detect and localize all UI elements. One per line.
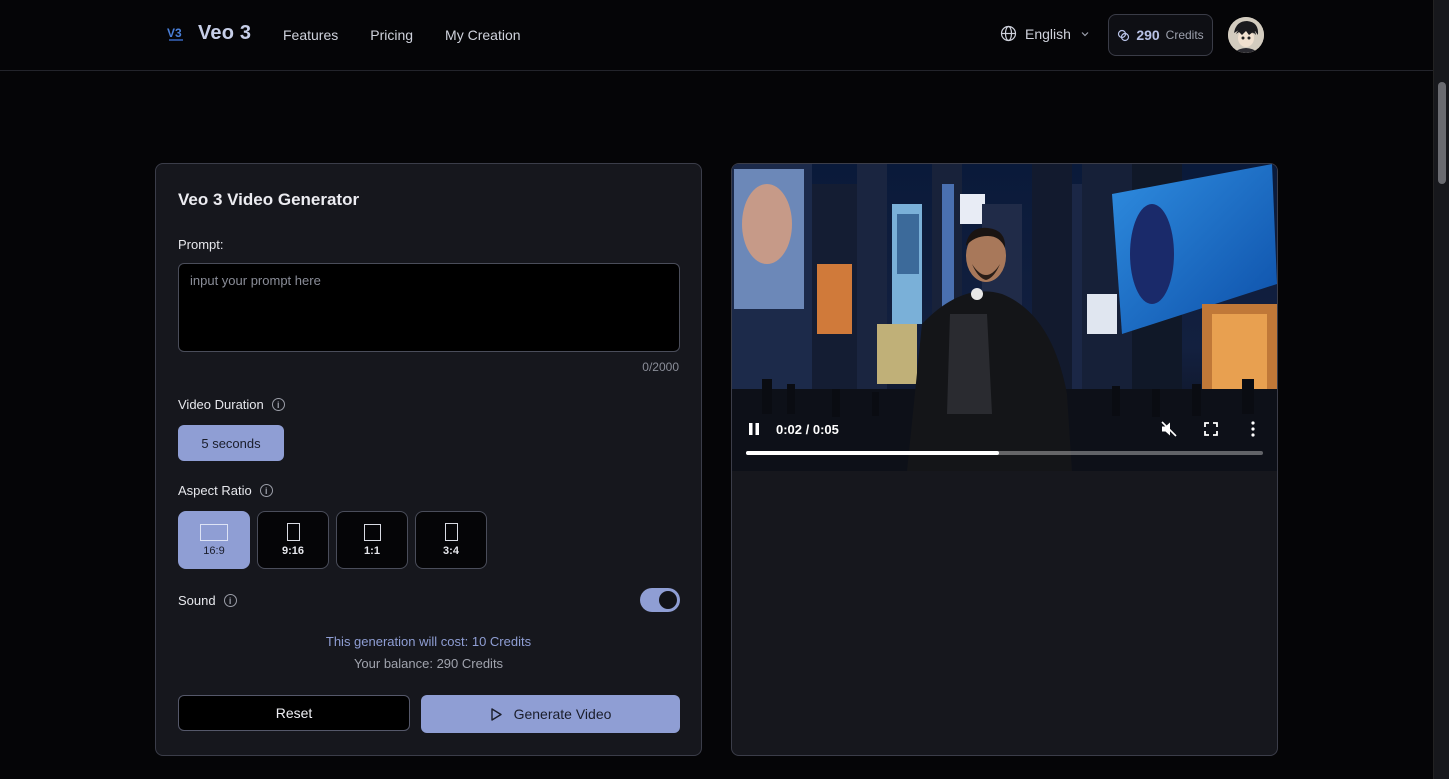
aspect-ratio-label-text: Aspect Ratio bbox=[178, 483, 252, 498]
duration-label: Video Duration i bbox=[178, 397, 285, 412]
sound-label: Sound i bbox=[178, 593, 237, 608]
duration-label-text: Video Duration bbox=[178, 397, 264, 412]
panel-title: Veo 3 Video Generator bbox=[178, 190, 360, 209]
svg-text:V3: V3 bbox=[167, 26, 182, 40]
aspect-ratio-3-4[interactable]: 3:4 bbox=[415, 511, 487, 569]
aspect-ratio-16-9[interactable]: 16:9 bbox=[178, 511, 250, 569]
video-time: 0:02 / 0:05 bbox=[776, 422, 839, 437]
aspect-ratio-label: 9:16 bbox=[281, 545, 305, 557]
aspect-ratio-label: 1:1 bbox=[364, 544, 380, 557]
generator-panel: Veo 3 Video Generator Prompt: 0/2000 Vid… bbox=[155, 163, 702, 756]
prompt-label: Prompt: bbox=[178, 237, 224, 252]
portrait-ratio-icon bbox=[444, 523, 458, 541]
reset-button[interactable]: Reset bbox=[178, 695, 410, 731]
coins-icon bbox=[1118, 29, 1130, 41]
aspect-ratio-label: Aspect Ratio i bbox=[178, 483, 273, 498]
nav-features[interactable]: Features bbox=[283, 27, 338, 43]
globe-icon bbox=[1000, 25, 1017, 42]
video-progress-fill bbox=[746, 451, 1000, 455]
cost-text: This generation will cost: 10 Credits bbox=[325, 634, 532, 649]
prompt-label-text: Prompt: bbox=[178, 237, 224, 252]
duration-option-button[interactable]: 5 seconds bbox=[178, 425, 284, 461]
aspect-ratio-label: 3:4 bbox=[443, 545, 459, 557]
page-scrollbar[interactable] bbox=[1433, 0, 1449, 779]
video-player[interactable]: 0:02 / 0:05 bbox=[732, 164, 1277, 471]
pause-icon[interactable] bbox=[748, 422, 760, 436]
credits-value: 290 bbox=[1136, 27, 1160, 43]
nav-pricing[interactable]: Pricing bbox=[370, 27, 413, 43]
aspect-ratio-1-1[interactable]: 1:1 bbox=[336, 511, 408, 569]
chevron-down-icon bbox=[1081, 31, 1089, 36]
sound-toggle[interactable] bbox=[640, 588, 680, 612]
avatar[interactable] bbox=[1228, 17, 1264, 53]
avatar-image bbox=[1228, 17, 1264, 53]
fullscreen-icon[interactable] bbox=[1203, 421, 1219, 437]
more-options-icon[interactable] bbox=[1250, 420, 1256, 438]
credits-label: Credits bbox=[1165, 28, 1204, 42]
aspect-ratio-9-16[interactable]: 9:16 bbox=[257, 511, 329, 569]
aspect-ratio-label: 16:9 bbox=[203, 544, 225, 557]
mute-icon[interactable] bbox=[1160, 420, 1178, 438]
credits-badge[interactable]: 290 Credits bbox=[1108, 14, 1213, 56]
video-progress-bar[interactable] bbox=[746, 451, 1263, 455]
logo[interactable]: V3 Veo 3 bbox=[166, 22, 251, 45]
info-icon[interactable]: i bbox=[271, 398, 285, 411]
sound-label-text: Sound bbox=[178, 593, 216, 608]
main-nav: Features Pricing My Creation bbox=[283, 27, 521, 43]
char-counter: 0/2000 bbox=[642, 360, 679, 374]
language-label: English bbox=[1025, 25, 1071, 42]
balance-text: Your balance: 290 Credits bbox=[353, 656, 504, 671]
page: V3 Veo 3 Features Pricing My Creation En… bbox=[0, 0, 1449, 779]
toggle-knob bbox=[659, 591, 677, 609]
generate-video-label: Generate Video bbox=[513, 706, 612, 722]
info-icon[interactable]: i bbox=[259, 484, 273, 497]
square-ratio-icon bbox=[363, 523, 381, 541]
language-selector[interactable]: English bbox=[1000, 25, 1091, 42]
play-icon bbox=[490, 707, 502, 721]
video-controls: 0:02 / 0:05 bbox=[732, 409, 1277, 471]
prompt-input[interactable] bbox=[178, 263, 680, 352]
top-navbar: V3 Veo 3 Features Pricing My Creation En… bbox=[0, 0, 1433, 71]
generate-video-button[interactable]: Generate Video bbox=[421, 695, 680, 733]
logo-icon: V3 bbox=[167, 26, 183, 41]
logo-text: Veo 3 bbox=[198, 22, 252, 44]
video-preview-panel: 0:02 / 0:05 bbox=[731, 163, 1278, 756]
info-icon[interactable]: i bbox=[223, 594, 237, 607]
portrait-ratio-icon bbox=[286, 523, 300, 541]
scrollbar-thumb[interactable] bbox=[1438, 82, 1446, 184]
landscape-ratio-icon bbox=[200, 523, 228, 541]
nav-my-creation[interactable]: My Creation bbox=[445, 27, 520, 43]
